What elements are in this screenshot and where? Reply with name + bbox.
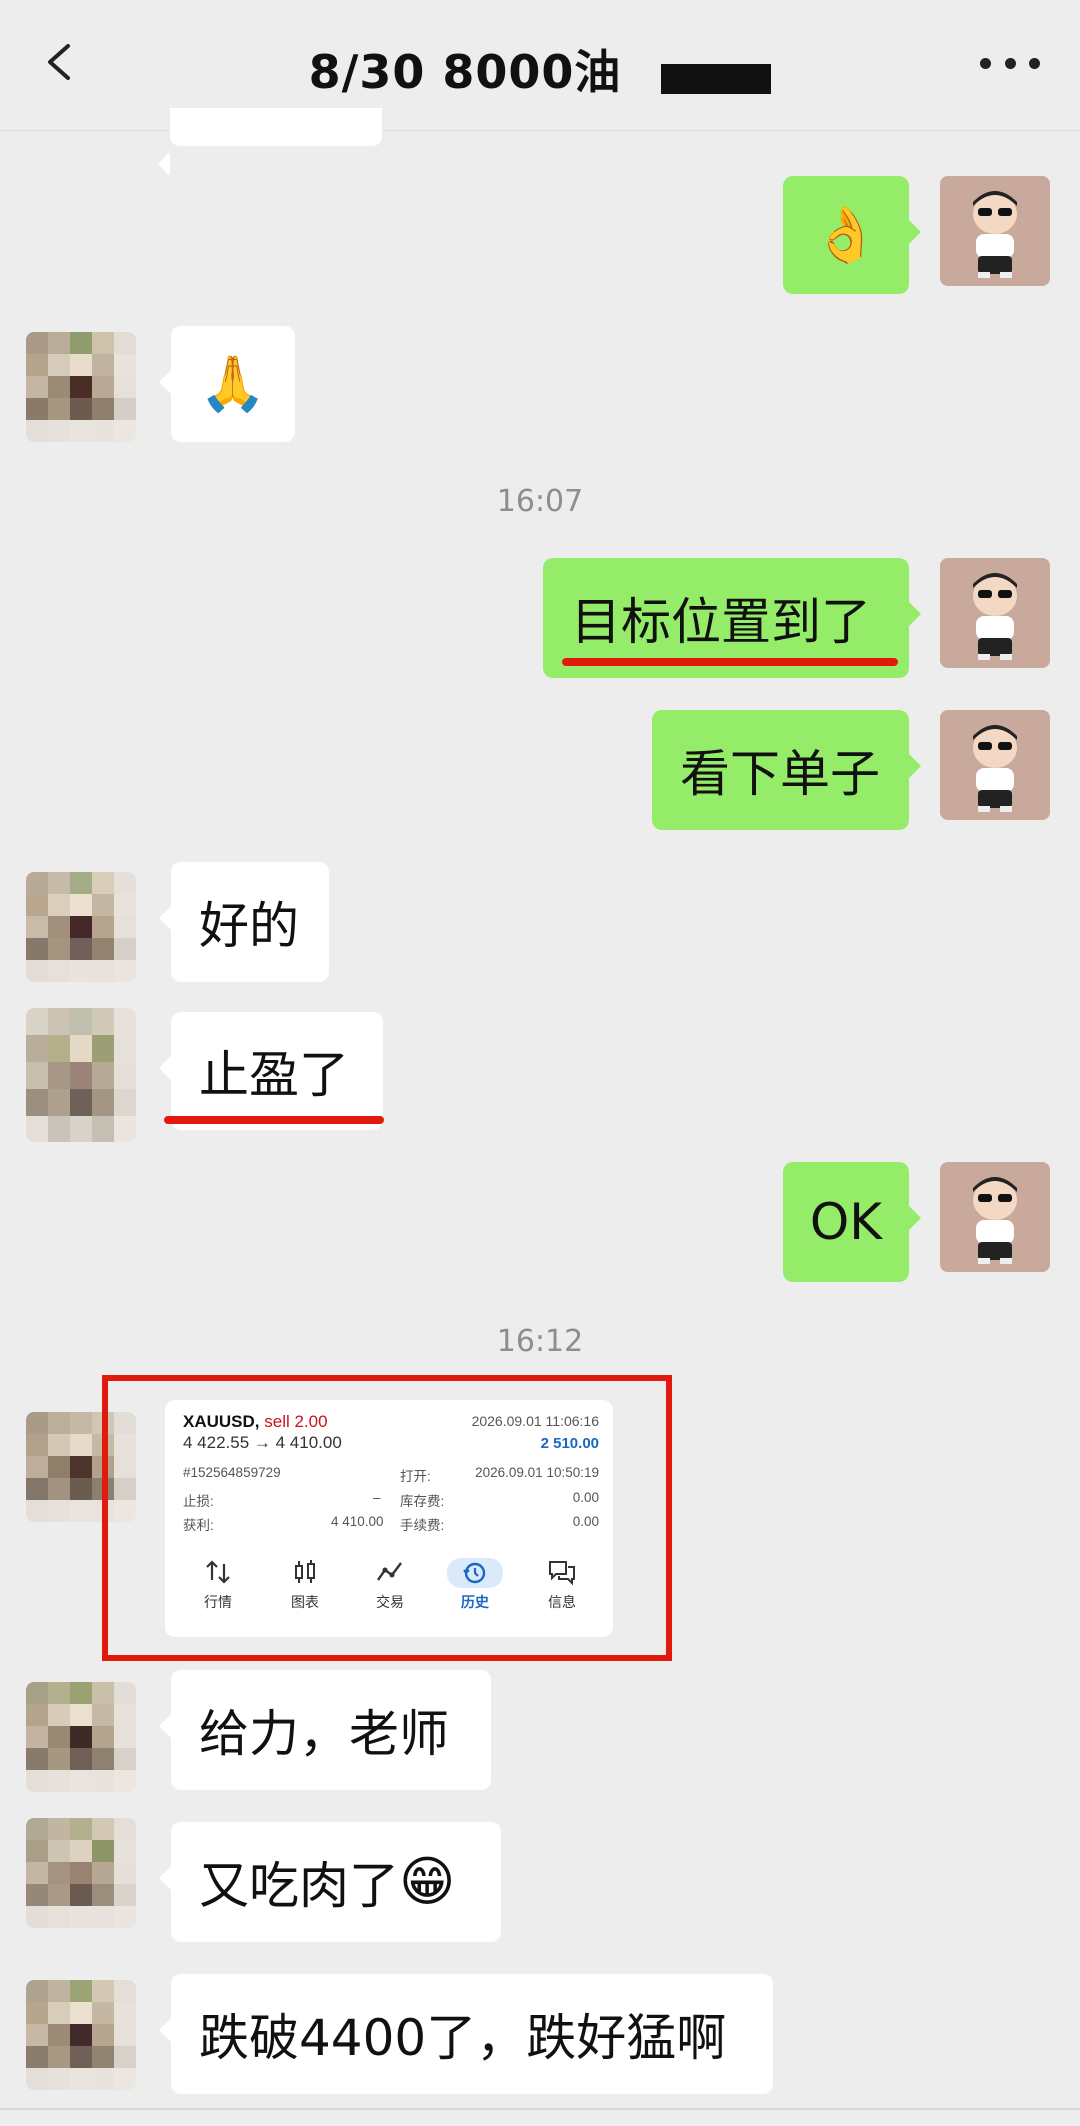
message-text: 跌破4400了，跌好猛啊 xyxy=(199,2009,727,2067)
avatar-contact[interactable] xyxy=(26,1682,136,1792)
message-text: 好的 xyxy=(199,897,299,955)
avatar-contact[interactable] xyxy=(26,1818,136,1928)
timestamp: 16:07 xyxy=(496,484,584,519)
message-bubble-outgoing[interactable]: OK xyxy=(783,1162,921,1282)
blurred-avatar-image xyxy=(26,1008,136,1142)
blurred-avatar-image xyxy=(26,332,136,442)
more-dot xyxy=(1004,58,1016,69)
timestamp: 16:12 xyxy=(496,1324,584,1359)
cartoon-avatar-icon xyxy=(940,710,1050,820)
message-text: 看下单子 xyxy=(680,745,880,803)
avatar-self[interactable] xyxy=(940,176,1050,286)
message-text: 给力，老师 xyxy=(199,1705,449,1763)
cartoon-avatar-icon xyxy=(940,176,1050,286)
more-options-button[interactable] xyxy=(980,58,1040,74)
message-bubble-partial[interactable] xyxy=(158,108,382,176)
avatar-self[interactable] xyxy=(940,710,1050,820)
message-bubble-incoming[interactable]: 又吃肉了 😁 xyxy=(159,1822,501,1942)
blurred-avatar-image xyxy=(26,1980,136,2090)
message-text: 止盈了 xyxy=(199,1046,349,1104)
avatar-self[interactable] xyxy=(940,558,1050,668)
message-bubble-incoming[interactable]: 止盈了 xyxy=(159,1012,383,1130)
red-highlight-box xyxy=(102,1375,672,1661)
ok-hand-emoji: 👌 xyxy=(812,203,880,266)
message-bubble-incoming[interactable]: 🙏 xyxy=(159,326,295,442)
blurred-avatar-image xyxy=(26,1682,136,1792)
avatar-contact[interactable] xyxy=(26,332,136,442)
avatar-contact[interactable] xyxy=(26,1980,136,2090)
avatar-contact[interactable] xyxy=(26,872,136,982)
message-text: OK xyxy=(809,1193,883,1251)
avatar-contact[interactable] xyxy=(26,1008,136,1142)
red-underline-annotation xyxy=(164,1116,384,1124)
message-bubble-incoming[interactable]: 好的 xyxy=(159,862,329,982)
blurred-avatar-image xyxy=(26,1818,136,1928)
cartoon-avatar-icon xyxy=(940,558,1050,668)
message-bubble-outgoing[interactable]: 👌 xyxy=(783,176,921,294)
more-dot xyxy=(980,58,991,69)
cartoon-avatar-icon xyxy=(940,1162,1050,1272)
chat-header: 8/30 8000油 xyxy=(0,0,1080,131)
red-underline-annotation xyxy=(562,658,898,666)
message-text: 又吃肉了 xyxy=(199,1857,399,1915)
praying-hands-emoji: 🙏 xyxy=(199,352,267,415)
chat-title: 8/30 8000油 xyxy=(0,36,1080,102)
grinning-face-emoji: 😁 xyxy=(399,1850,456,1913)
message-bubble-incoming[interactable]: 给力，老师 xyxy=(159,1670,491,1790)
message-text: 目标位置到了 xyxy=(571,593,871,651)
avatar-self[interactable] xyxy=(940,1162,1050,1272)
more-dot xyxy=(1029,58,1040,69)
message-bubble-incoming[interactable]: 跌破4400了，跌好猛啊 xyxy=(159,1974,773,2094)
message-bubble-outgoing[interactable]: 看下单子 xyxy=(652,710,921,830)
chat-title-text: 8/30 8000油 xyxy=(308,45,622,99)
redacted-block xyxy=(661,63,772,94)
divider xyxy=(0,2108,1080,2110)
blurred-avatar-image xyxy=(26,872,136,982)
